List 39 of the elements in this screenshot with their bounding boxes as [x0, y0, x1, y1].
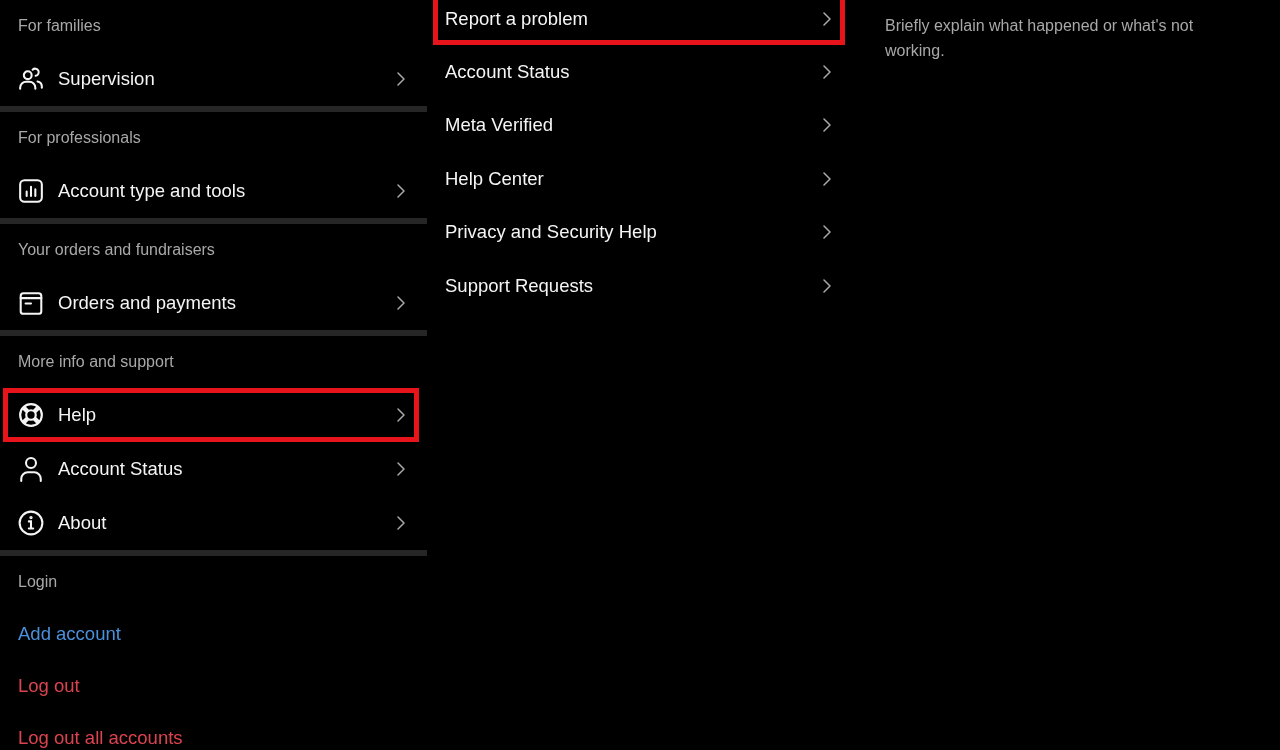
- menu-item[interactable]: Orders and payments: [3, 276, 419, 330]
- box-icon: [18, 290, 44, 316]
- chevron-right-icon: [823, 118, 831, 133]
- chevron-right-icon: [397, 516, 405, 530]
- chevron-right-icon: [397, 72, 405, 86]
- chart-icon: [18, 178, 44, 204]
- menu-item[interactable]: Privacy and Security Help: [433, 205, 845, 259]
- problem-description-field[interactable]: Briefly explain what happened or what's not working.: [885, 13, 1230, 65]
- chevron-right-icon: [823, 11, 831, 26]
- menu-item[interactable]: About: [3, 496, 419, 550]
- chevron-right-icon: [397, 462, 405, 476]
- section-header: For professionals: [18, 129, 141, 147]
- menu-item[interactable]: Account Status: [3, 442, 419, 496]
- section-header: Your orders and fundraisers: [18, 241, 215, 259]
- menu-item[interactable]: Help Center: [433, 152, 845, 206]
- menu-item[interactable]: Supervision: [3, 52, 419, 106]
- people-icon: [18, 66, 44, 92]
- chevron-right-icon: [823, 171, 831, 186]
- log-out-link[interactable]: Log out all accounts: [18, 727, 183, 749]
- chevron-right-icon: [397, 408, 405, 422]
- menu-item[interactable]: Support Requests: [433, 258, 845, 313]
- chevron-right-icon: [823, 278, 831, 293]
- menu-item[interactable]: Account Status: [433, 45, 845, 99]
- menu-item[interactable]: Report a problem: [433, 0, 845, 46]
- menu-item[interactable]: Meta Verified: [433, 98, 845, 153]
- section-header: More info and support: [18, 353, 174, 371]
- chevron-right-icon: [397, 296, 405, 310]
- section-header: Login: [18, 573, 58, 591]
- chevron-right-icon: [397, 184, 405, 198]
- section-header: For families: [18, 17, 101, 35]
- menu-item[interactable]: Help: [3, 388, 419, 442]
- add-account-link[interactable]: Add account: [18, 623, 121, 645]
- chevron-right-icon: [823, 225, 831, 240]
- lifebuoy-icon: [18, 402, 44, 428]
- menu-item[interactable]: Account type and tools: [3, 164, 419, 218]
- person-icon: [18, 456, 44, 482]
- info-icon: [18, 510, 44, 536]
- log-out-link[interactable]: Log out: [18, 675, 80, 697]
- chevron-right-icon: [823, 65, 831, 80]
